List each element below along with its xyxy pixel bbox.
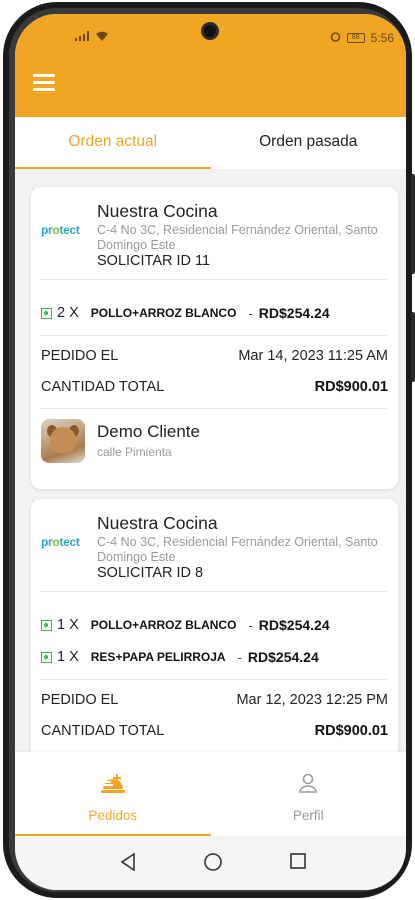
item-name: POLLO+ARROZ BLANCO [90,618,237,632]
nav-label: Pedidos [88,808,138,823]
divider [41,679,388,680]
veg-indicator-icon [41,307,52,319]
app-bar [15,54,406,117]
food-tray-icon [100,772,126,801]
status-bar: 88 5:56 [15,14,406,54]
nav-label: Perfil [292,808,324,823]
system-nav-bar [15,836,406,890]
order-tabs: Orden actual Orden pasada [15,117,406,169]
restaurant-address: C-4 No 3C, Residencial Fernández Orienta… [97,535,378,564]
item-name: RES+PAPA PELIRROJA [90,650,226,664]
orders-list[interactable]: protect Nuestra Cocina C-4 No 3C, Reside… [15,169,406,752]
alarm-icon [330,31,341,45]
divider [41,591,388,592]
power-button [411,312,415,382]
total-row: CANTIDAD TOTAL RD$900.01 [41,379,388,395]
ordered-on-date: Mar 14, 2023 11:25 AM [238,348,388,364]
divider [41,279,388,280]
restaurant-logo: protect [41,535,80,549]
hamburger-menu-icon[interactable] [33,74,55,92]
divider [41,408,388,409]
order-item: 2 X POLLO+ARROZ BLANCO - RD$254.24 [41,303,330,323]
item-qty: 1 X [57,617,79,633]
item-price: RD$254.24 [258,617,330,633]
customer-avatar [41,419,85,463]
restaurant-name: Nuestra Cocina [97,201,218,221]
total-label: CANTIDAD TOTAL [41,723,165,739]
restaurant-name: Nuestra Cocina [97,513,218,533]
request-id: SOLICITAR ID 8 [97,565,204,581]
divider [41,335,388,336]
nav-perfil[interactable]: Perfil [211,752,407,836]
item-price: RD$254.24 [258,305,330,321]
recents-icon[interactable] [289,852,307,875]
order-card[interactable]: protect Nuestra Cocina C-4 No 3C, Reside… [31,499,398,752]
item-dash: - [248,617,253,633]
screen: 88 5:56 Orden actual Orden pasada protec… [15,14,406,890]
total-value: RD$900.01 [314,379,388,395]
customer-info: Demo Cliente calle Pimienta [41,419,388,469]
bottom-nav: Pedidos Perfil [15,752,406,836]
order-card[interactable]: protect Nuestra Cocina C-4 No 3C, Reside… [31,187,398,489]
order-item: 1 X POLLO+ARROZ BLANCO - RD$254.24 [41,615,330,635]
back-icon[interactable] [119,852,137,877]
total-row: CANTIDAD TOTAL RD$900.01 [41,723,388,739]
item-qty: 1 X [57,649,79,665]
nav-pedidos[interactable]: Pedidos [15,752,211,836]
wifi-icon [95,31,109,45]
status-left [75,31,109,45]
ordered-on-row: PEDIDO EL Mar 12, 2023 12:25 PM [41,692,388,708]
ordered-on-date: Mar 12, 2023 12:25 PM [236,692,388,708]
user-icon [297,772,319,799]
item-dash: - [237,649,242,665]
total-label: CANTIDAD TOTAL [41,379,165,395]
status-time: 5:56 [370,31,394,45]
item-qty: 2 X [57,305,79,321]
status-right: 88 5:56 [330,31,394,45]
veg-indicator-icon [41,619,52,631]
ordered-on-label: PEDIDO EL [41,348,119,364]
signal-icon [75,31,89,41]
item-price: RD$254.24 [247,649,319,665]
restaurant-address: C-4 No 3C, Residencial Fernández Orienta… [97,223,378,252]
veg-indicator-icon [41,651,52,663]
order-item: 1 X RES+PAPA PELIRROJA - RD$254.24 [41,647,319,667]
tab-current-order[interactable]: Orden actual [15,117,211,169]
volume-button [411,174,415,274]
customer-address: calle Pimienta [97,445,172,459]
total-value: RD$900.01 [314,723,388,739]
item-name: POLLO+ARROZ BLANCO [90,306,237,320]
restaurant-logo: protect [41,223,80,237]
customer-name: Demo Cliente [97,422,200,441]
request-id: SOLICITAR ID 11 [97,253,211,269]
front-camera [201,22,219,40]
home-icon[interactable] [203,852,223,877]
item-dash: - [248,305,253,321]
phone-frame: 88 5:56 Orden actual Orden pasada protec… [3,2,415,898]
tab-past-order[interactable]: Orden pasada [211,117,407,169]
battery-icon: 88 [346,33,365,43]
ordered-on-label: PEDIDO EL [41,692,119,708]
ordered-on-row: PEDIDO EL Mar 14, 2023 11:25 AM [41,348,388,364]
